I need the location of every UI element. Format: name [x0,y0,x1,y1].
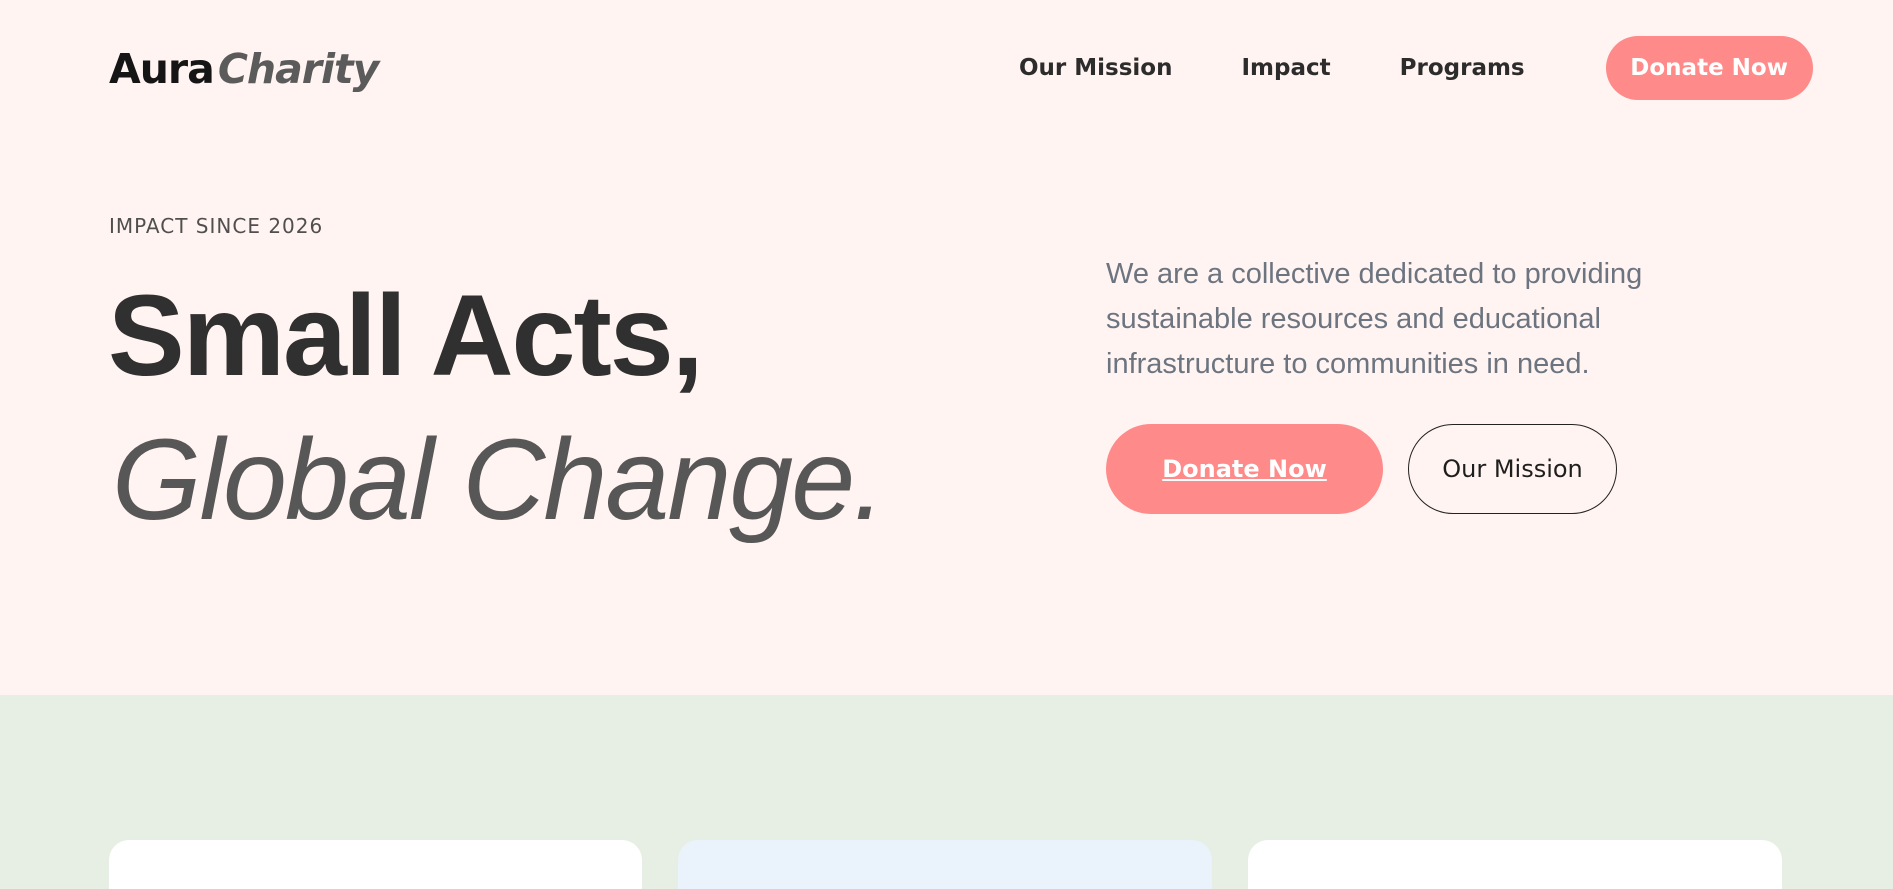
nav-link-impact[interactable]: Impact [1242,55,1331,81]
program-card [1248,840,1782,889]
hero-description: We are a collective dedicated to providi… [1106,258,1643,380]
hero-donate-button[interactable]: Donate Now [1106,424,1383,514]
hero-our-mission-button[interactable]: Our Mission [1408,424,1617,514]
hero-headline-line-1: Small Acts, [108,272,704,400]
main-nav: Our Mission Impact Programs Donate Now [1019,36,1813,100]
program-card [109,840,642,889]
logo-wordmark: Aura [109,45,215,93]
hero-section: AuraCharity Our Mission Impact Programs … [0,0,1893,695]
nav-donate-button[interactable]: Donate Now [1605,36,1813,100]
nav-link-programs[interactable]: Programs [1400,55,1525,81]
programs-section [0,695,1893,889]
hero-eyebrow: IMPACT SINCE 2026 [109,214,324,238]
nav-link-our-mission[interactable]: Our Mission [1019,55,1173,81]
program-card [678,840,1212,889]
page: AuraCharity Our Mission Impact Programs … [0,0,1893,889]
logo-accent: Charity [217,45,380,93]
logo[interactable]: AuraCharity [109,44,380,94]
hero-headline-line-2: Global Change. [112,416,885,544]
